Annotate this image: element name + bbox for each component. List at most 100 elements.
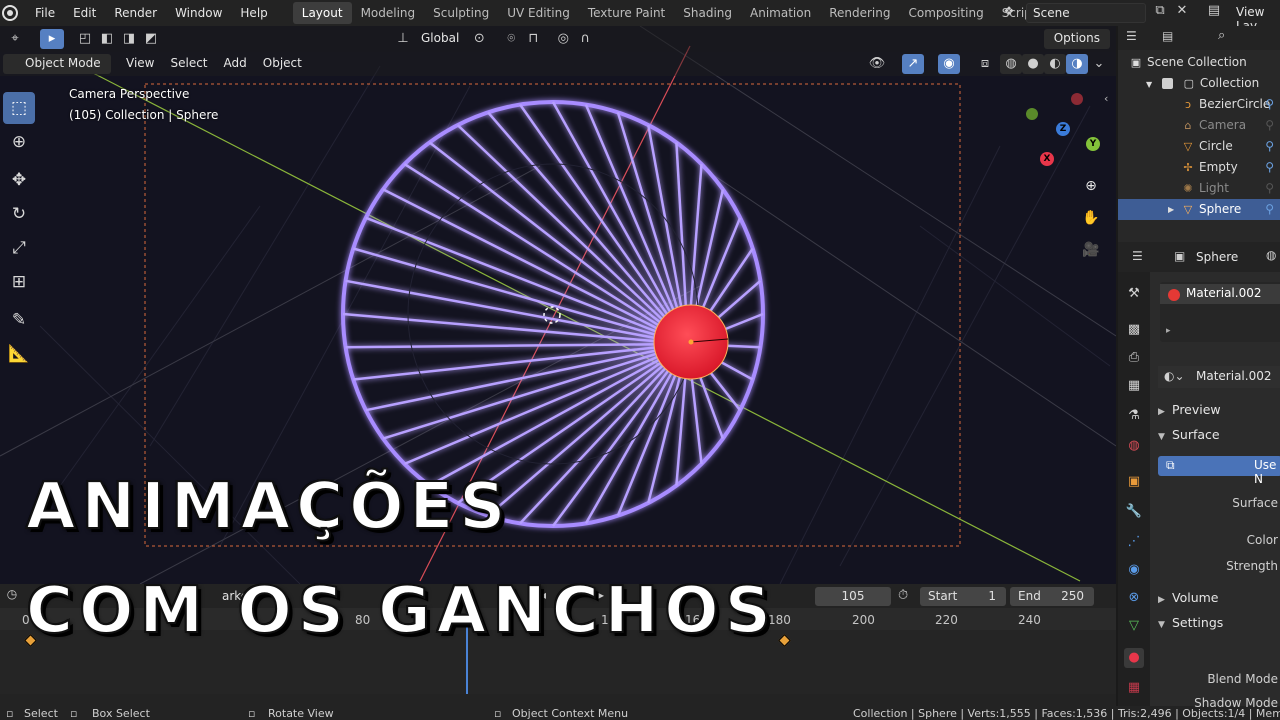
workspace-tab-uv-editing[interactable]: UV Editing: [498, 2, 579, 24]
overlay-toggle-icon[interactable]: ◉: [938, 54, 960, 74]
end-frame-field[interactable]: End 250: [1010, 587, 1094, 606]
select-extend-icon[interactable]: ◧: [96, 29, 118, 49]
material-browse-icon[interactable]: ◐⌄: [1164, 369, 1185, 383]
surface-panel[interactable]: ▼ Surface: [1158, 427, 1220, 449]
menu-file[interactable]: File: [26, 6, 64, 20]
outliner-row-camera[interactable]: ⌂ Camera ⚲: [1118, 115, 1280, 136]
gizmo-x-axis[interactable]: X: [1040, 152, 1054, 166]
mode-dropdown[interactable]: Object Mode: [3, 54, 111, 74]
render-tab-icon[interactable]: ▩: [1124, 320, 1144, 340]
workspace-tab-compositing[interactable]: Compositing: [899, 2, 992, 24]
workspace-tab-layout[interactable]: Layout: [292, 2, 352, 24]
texture-tab-icon[interactable]: ▦: [1124, 678, 1144, 698]
menu-select[interactable]: Select: [163, 54, 214, 74]
data-link-icon[interactable]: ⚲: [1265, 157, 1274, 178]
select-subtract-icon[interactable]: ◨: [118, 29, 140, 49]
expand-arrow-icon[interactable]: ▶: [1168, 199, 1174, 220]
zoom-icon[interactable]: ⊕: [1078, 173, 1104, 199]
use-nodes-button[interactable]: ⧉ Use N: [1158, 456, 1280, 486]
view-layer-selector[interactable]: View Lay: [1196, 3, 1280, 33]
world-tab-icon[interactable]: ◍: [1124, 436, 1144, 456]
annotate-tool-icon[interactable]: ✎: [3, 304, 35, 336]
material-shading-icon[interactable]: ◐: [1044, 54, 1066, 74]
data-link-icon[interactable]: ⚲: [1265, 115, 1274, 136]
outliner-row-beziercircle[interactable]: ↄ BezierCircle ⚲: [1118, 94, 1280, 115]
rotate-tool-icon[interactable]: ↻: [3, 198, 35, 230]
menu-view[interactable]: View: [119, 54, 161, 74]
timeline-editor-type-icon[interactable]: ◷: [2, 587, 22, 605]
outliner-row-scene-collection[interactable]: ▣ Scene Collection: [1118, 52, 1280, 73]
gizmo-y-axis[interactable]: Y: [1086, 137, 1100, 151]
options-dropdown[interactable]: Options: [1043, 29, 1110, 49]
visibility-icon[interactable]: 👁: [866, 54, 888, 74]
constraints-tab-icon[interactable]: ⊗: [1124, 588, 1144, 608]
material-slot-row[interactable]: Material.002: [1160, 284, 1280, 304]
rendered-shading-icon[interactable]: ◑: [1066, 54, 1088, 74]
blender-logo-icon[interactable]: [2, 5, 18, 21]
properties-editor-icon[interactable]: ☰: [1132, 249, 1143, 263]
timeline-scrollbar[interactable]: [0, 694, 1116, 706]
menu-help[interactable]: Help: [231, 6, 276, 20]
proportional-edit-icon[interactable]: ◎: [552, 29, 574, 49]
xray-icon[interactable]: ⧈: [974, 54, 996, 74]
outliner-row-sphere[interactable]: ▶ ▽ Sphere ⚲: [1118, 199, 1280, 220]
falloff-icon[interactable]: ∩: [574, 29, 596, 49]
menu-window[interactable]: Window: [166, 6, 231, 20]
shading-options-icon[interactable]: ⌄: [1088, 54, 1110, 74]
keyframe[interactable]: [778, 634, 791, 647]
menu-edit[interactable]: Edit: [64, 6, 105, 20]
gizmo-neg-x[interactable]: [1071, 93, 1083, 105]
select-new-icon[interactable]: ◰: [74, 29, 96, 49]
select-invert-icon[interactable]: ◩: [140, 29, 162, 49]
pan-hand-icon[interactable]: ✋: [1078, 205, 1104, 231]
workspace-tab-texture-paint[interactable]: Texture Paint: [579, 2, 674, 24]
data-link-icon[interactable]: ⚲: [1265, 136, 1274, 157]
cursor-tool-icon[interactable]: ⊕: [3, 126, 35, 158]
preview-panel[interactable]: ▶ Preview: [1158, 402, 1221, 424]
physics-tab-icon[interactable]: ◉: [1124, 560, 1144, 580]
current-frame-field[interactable]: 105: [815, 587, 891, 606]
camera-view-icon[interactable]: 🎥: [1078, 237, 1104, 263]
workspace-tab-sculpting[interactable]: Sculpting: [424, 2, 498, 24]
sidebar-toggle-icon[interactable]: ‹: [1104, 92, 1108, 105]
editor-type-icon[interactable]: ⌖: [4, 29, 26, 49]
view-layer-tab-icon[interactable]: ▦: [1124, 376, 1144, 396]
volume-panel[interactable]: ▶ Volume: [1158, 590, 1219, 612]
workspace-tab-animation[interactable]: Animation: [741, 2, 820, 24]
delete-scene-icon[interactable]: ✕: [1172, 3, 1192, 23]
outliner-row-circle[interactable]: ▽ Circle ⚲: [1118, 136, 1280, 157]
outliner-row-empty[interactable]: ✢ Empty ⚲: [1118, 157, 1280, 178]
move-tool-icon[interactable]: ✥: [3, 164, 35, 196]
object-data-tab-icon[interactable]: ▽: [1124, 616, 1144, 636]
particles-tab-icon[interactable]: ⋰: [1124, 532, 1144, 552]
menu-render[interactable]: Render: [105, 6, 166, 20]
snap-icon[interactable]: ⌾: [500, 29, 522, 49]
gizmo-neg-y[interactable]: [1026, 108, 1038, 120]
data-link-icon[interactable]: ⚲: [1265, 199, 1274, 220]
output-tab-icon[interactable]: ⎙: [1124, 348, 1144, 368]
tool-tab-icon[interactable]: ⚒: [1124, 284, 1144, 304]
material-selector[interactable]: ◐⌄ Material.002: [1158, 366, 1280, 388]
solid-shading-icon[interactable]: ●: [1022, 54, 1044, 74]
snap-target-icon[interactable]: ⊓: [522, 29, 544, 49]
settings-panel[interactable]: ▼ Settings: [1158, 615, 1223, 637]
expand-arrow-icon[interactable]: ▼: [1146, 80, 1152, 89]
outliner-row-collection[interactable]: ▼ ▢ Collection: [1118, 73, 1280, 94]
workspace-tab-rendering[interactable]: Rendering: [820, 2, 899, 24]
pivot-icon[interactable]: ⊙: [468, 29, 490, 49]
workspace-tab-modeling[interactable]: Modeling: [352, 2, 425, 24]
scale-tool-icon[interactable]: ⤢: [3, 232, 35, 264]
start-frame-field[interactable]: Start 1: [920, 587, 1006, 606]
outliner-editor-icon[interactable]: ☰: [1126, 29, 1137, 43]
pin-icon[interactable]: ◍: [1266, 248, 1276, 262]
scene-icon[interactable]: ❖: [998, 4, 1020, 18]
display-mode-icon[interactable]: ▤: [1162, 29, 1173, 43]
transform-tool-icon[interactable]: ⊞: [3, 266, 35, 298]
data-link-icon[interactable]: ⚲: [1265, 178, 1274, 199]
new-scene-icon[interactable]: ⧉: [1150, 3, 1170, 23]
stopwatch-icon[interactable]: ⏱: [898, 588, 908, 603]
scene-tab-icon[interactable]: ⚗: [1124, 406, 1144, 426]
gizmo-z-axis[interactable]: Z: [1056, 122, 1070, 136]
measure-tool-icon[interactable]: 📐: [3, 338, 35, 370]
object-tab-icon[interactable]: ▣: [1124, 472, 1144, 492]
